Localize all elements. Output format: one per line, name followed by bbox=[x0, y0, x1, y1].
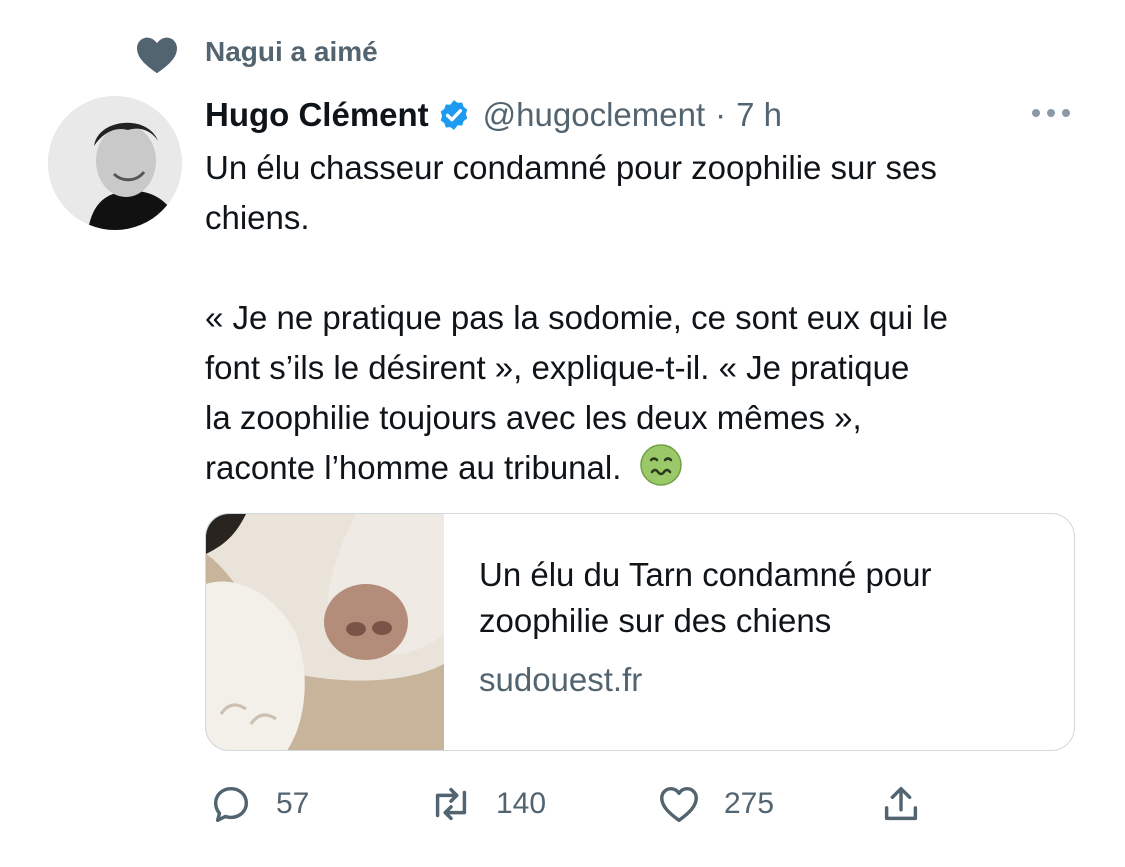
more-horizontal-icon bbox=[1032, 109, 1070, 117]
author-handle[interactable]: @hugoclement bbox=[483, 96, 705, 134]
link-card-title-line: Un élu du Tarn condamné pour bbox=[479, 556, 932, 593]
author-name[interactable]: Hugo Clément bbox=[205, 96, 429, 134]
share-button[interactable] bbox=[878, 780, 924, 828]
retweet-icon bbox=[435, 787, 467, 821]
nauseated-face-emoji-icon bbox=[640, 444, 683, 486]
tweet-text-line-last: raconte l’homme au tribunal. bbox=[205, 443, 1095, 493]
retweet-button[interactable]: 140 bbox=[428, 780, 546, 828]
tweet-text-line: la zoophilie toujours avec les deux même… bbox=[205, 399, 862, 436]
avatar-image bbox=[48, 96, 182, 230]
more-options-button[interactable] bbox=[1028, 100, 1074, 126]
tweet-text-line: chiens. bbox=[205, 199, 310, 236]
share-icon bbox=[884, 786, 918, 821]
link-card-title-line: zoophilie sur des chiens bbox=[479, 602, 832, 639]
reply-icon bbox=[213, 786, 249, 823]
link-card[interactable]: Un élu du Tarn condamné pour zoophilie s… bbox=[205, 513, 1075, 751]
heart-outline-icon bbox=[660, 786, 698, 823]
reply-count: 57 bbox=[276, 787, 310, 820]
link-card-image bbox=[206, 514, 444, 750]
verified-badge-icon bbox=[440, 100, 467, 130]
like-button[interactable]: 275 bbox=[656, 780, 774, 828]
tweet-text-line: Un élu chasseur condamné pour zoophilie … bbox=[205, 149, 937, 186]
tweet-text-line: « Je ne pratique pas la sodomie, ce sont… bbox=[205, 299, 948, 336]
tweet-text-line: raconte l’homme au tribunal. bbox=[205, 449, 622, 486]
tweet-text-line: font s’ils le désirent », explique-t-il.… bbox=[205, 349, 910, 386]
link-card-title: Un élu du Tarn condamné pour zoophilie s… bbox=[479, 552, 1049, 644]
reply-button[interactable]: 57 bbox=[208, 780, 309, 828]
like-count: 275 bbox=[724, 787, 775, 820]
link-card-domain: sudouest.fr bbox=[479, 661, 643, 698]
separator-dot: · bbox=[715, 96, 727, 133]
social-context bbox=[135, 34, 179, 74]
tweet-header: Hugo Clément @hugoclement · 7 h bbox=[205, 93, 782, 137]
tweet-text: Un élu chasseur condamné pour zoophilie … bbox=[205, 143, 1095, 493]
social-context-text: Nagui a aimé bbox=[205, 36, 378, 67]
retweet-count: 140 bbox=[496, 787, 547, 820]
heart-filled-icon bbox=[137, 37, 177, 74]
avatar[interactable] bbox=[48, 96, 182, 230]
tweet-time[interactable]: 7 h bbox=[736, 96, 782, 134]
